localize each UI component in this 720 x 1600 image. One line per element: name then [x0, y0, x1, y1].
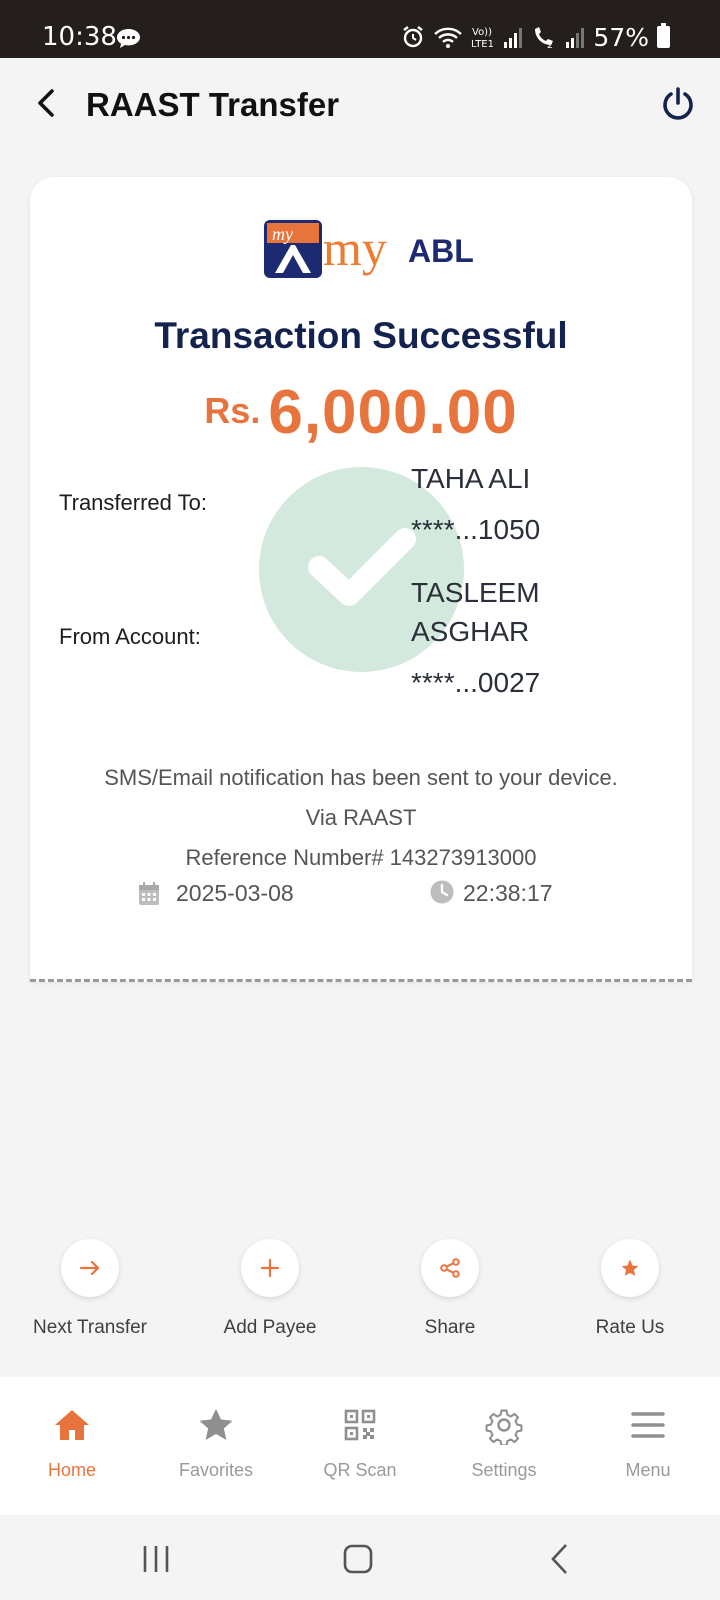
next-transfer-label: Next Transfer: [32, 1317, 148, 1338]
bottom-navigation: Home Favorites QR Scan Settings Menu: [0, 1377, 720, 1515]
nav-home[interactable]: Home: [0, 1405, 144, 1481]
system-navigation-bar: [0, 1515, 720, 1600]
receipt-tear-line: [30, 979, 692, 982]
nav-settings[interactable]: Settings: [432, 1405, 576, 1481]
menu-icon: [631, 1412, 665, 1438]
share-button[interactable]: Share: [360, 1239, 540, 1339]
next-transfer-button[interactable]: Next Transfer: [0, 1239, 180, 1339]
amount-currency: Rs.: [204, 390, 261, 431]
chat-notification-icon: [117, 29, 140, 48]
nav-settings-label: Settings: [471, 1460, 537, 1480]
star-icon: [199, 1409, 233, 1440]
add-payee-label: Add Payee: [223, 1317, 317, 1338]
sender-account: ****...0027: [411, 667, 541, 698]
notification-text: SMS/Email notification has been sent to …: [104, 765, 618, 790]
svg-text:LTE1: LTE1: [471, 39, 494, 50]
signal-icon-2: [566, 28, 585, 48]
system-back-icon[interactable]: [548, 1542, 572, 1576]
receipt-card: my my ABL Transaction Successful Rs. 6,00…: [30, 177, 692, 982]
battery-icon: [657, 23, 670, 48]
recipient-name: TAHA ALI: [411, 463, 531, 494]
svg-text:my: my: [272, 224, 293, 244]
wifi-calling-icon: 2: [535, 27, 554, 49]
wifi-icon: [434, 27, 463, 48]
logo-word: my: [323, 220, 387, 276]
nav-favorites[interactable]: Favorites: [144, 1405, 288, 1481]
home-icon: [55, 1410, 89, 1440]
logo-brand: ABL: [408, 233, 474, 269]
share-label: Share: [424, 1317, 476, 1338]
power-icon[interactable]: [660, 86, 696, 122]
svg-text:2: 2: [547, 41, 553, 49]
nav-menu[interactable]: Menu: [576, 1405, 720, 1481]
alarm-icon: [403, 26, 424, 48]
gear-icon: [485, 1409, 523, 1447]
svg-text:Vo)): Vo)): [472, 27, 492, 38]
via-text: Via RAAST: [305, 805, 417, 830]
status-bar: 10:38 Vo)) LTE1 2 57%: [0, 0, 720, 58]
calendar-icon: [139, 882, 159, 905]
plus-icon: [260, 1258, 280, 1278]
clock-icon: [430, 880, 454, 904]
reference-number: Reference Number# 143273913000: [185, 845, 537, 870]
star-icon: [621, 1259, 639, 1276]
rate-us-button[interactable]: Rate Us: [540, 1239, 720, 1339]
battery-percent: 57%: [593, 22, 649, 52]
status-time: 10:38: [42, 22, 117, 52]
arrow-right-icon: [79, 1260, 100, 1276]
amount: Rs. 6,000.00: [30, 377, 692, 448]
page-title: RAAST Transfer: [86, 86, 340, 123]
nav-favorites-label: Favorites: [178, 1460, 254, 1480]
recent-apps-icon[interactable]: [140, 1544, 172, 1574]
nav-qr-scan[interactable]: QR Scan: [288, 1405, 432, 1481]
sender-name-line2: ASGHAR: [411, 616, 530, 647]
status-icons: Vo)) LTE1 2 57%: [401, 22, 670, 52]
volte-icon: Vo))LTE1: [471, 27, 494, 50]
abl-logo-emblem: my: [264, 220, 322, 278]
nav-menu-label: Menu: [625, 1460, 671, 1480]
recipient-account: ****...1050: [411, 514, 541, 545]
nav-qr-scan-label: QR Scan: [323, 1460, 397, 1480]
qr-icon: [344, 1409, 376, 1441]
home-button-icon[interactable]: [343, 1543, 373, 1575]
rate-us-label: Rate Us: [595, 1317, 665, 1338]
share-icon: [440, 1258, 460, 1278]
sender-name-line1: TASLEEM: [411, 577, 540, 608]
add-payee-button[interactable]: Add Payee: [180, 1239, 360, 1339]
app-header: RAAST Transfer: [0, 58, 720, 154]
transferred-to-label: Transferred To:: [59, 490, 207, 515]
transaction-date: 2025-03-08: [176, 880, 294, 906]
signal-icon: [504, 28, 523, 48]
transaction-time: 22:38:17: [463, 880, 553, 906]
transaction-status-title: Transaction Successful: [154, 315, 568, 356]
myabl-logo: my my ABL: [263, 217, 474, 283]
from-account-label: From Account:: [59, 624, 201, 649]
amount-value: 6,000.00: [268, 378, 518, 447]
nav-home-label: Home: [47, 1460, 96, 1480]
back-arrow-icon[interactable]: [30, 86, 64, 120]
